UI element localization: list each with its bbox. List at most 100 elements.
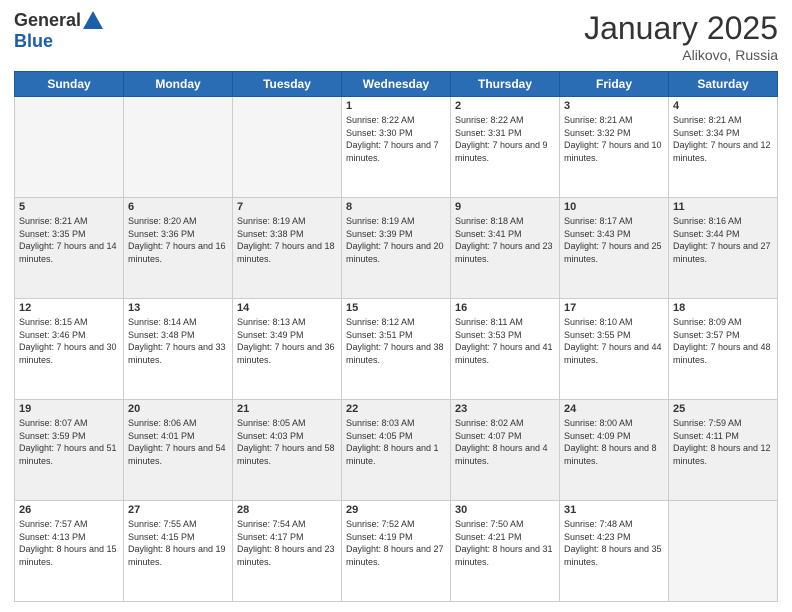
day-number: 23 [455, 403, 555, 415]
day-info: Sunrise: 8:13 AMSunset: 3:49 PMDaylight:… [237, 316, 337, 366]
weekday-header-friday: Friday [560, 72, 669, 97]
day-info: Sunrise: 8:21 AMSunset: 3:32 PMDaylight:… [564, 114, 664, 164]
calendar-day-cell: 6 Sunrise: 8:20 AMSunset: 3:36 PMDaylight… [124, 198, 233, 299]
calendar-day-cell: 19 Sunrise: 8:07 AMSunset: 3:59 PMDayligh… [15, 400, 124, 501]
calendar-day-cell [124, 97, 233, 198]
calendar-day-cell: 30 Sunrise: 7:50 AMSunset: 4:21 PMDayligh… [451, 501, 560, 602]
day-number: 10 [564, 201, 664, 213]
calendar-day-cell: 17 Sunrise: 8:10 AMSunset: 3:55 PMDayligh… [560, 299, 669, 400]
day-number: 19 [19, 403, 119, 415]
day-number: 2 [455, 100, 555, 112]
day-info: Sunrise: 8:06 AMSunset: 4:01 PMDaylight:… [128, 417, 228, 467]
weekday-header-row: SundayMondayTuesdayWednesdayThursdayFrid… [15, 72, 778, 97]
calendar-day-cell: 12 Sunrise: 8:15 AMSunset: 3:46 PMDayligh… [15, 299, 124, 400]
day-info: Sunrise: 8:10 AMSunset: 3:55 PMDaylight:… [564, 316, 664, 366]
weekday-header-tuesday: Tuesday [233, 72, 342, 97]
logo: General Blue [14, 10, 103, 52]
day-info: Sunrise: 7:48 AMSunset: 4:23 PMDaylight:… [564, 518, 664, 568]
month-year: January 2025 [584, 10, 778, 47]
day-info: Sunrise: 8:18 AMSunset: 3:41 PMDaylight:… [455, 215, 555, 265]
calendar-day-cell: 3 Sunrise: 8:21 AMSunset: 3:32 PMDaylight… [560, 97, 669, 198]
day-number: 16 [455, 302, 555, 314]
logo-blue-text: Blue [14, 31, 53, 52]
day-info: Sunrise: 8:05 AMSunset: 4:03 PMDaylight:… [237, 417, 337, 467]
calendar-day-cell: 8Sunrise: 8:19 AMSunset: 3:39 PMDaylight… [342, 198, 451, 299]
weekday-header-monday: Monday [124, 72, 233, 97]
day-info: Sunrise: 8:19 AMSunset: 3:39 PMDaylight:… [346, 215, 446, 265]
day-info: Sunrise: 8:14 AMSunset: 3:48 PMDaylight:… [128, 316, 228, 366]
day-number: 24 [564, 403, 664, 415]
day-info: Sunrise: 8:12 AMSunset: 3:51 PMDaylight:… [346, 316, 446, 366]
logo-general-text: General [14, 10, 81, 31]
calendar-day-cell: 1 Sunrise: 8:22 AMSunset: 3:30 PMDaylight… [342, 97, 451, 198]
day-info: Sunrise: 8:15 AMSunset: 3:46 PMDaylight:… [19, 316, 119, 366]
day-number: 12 [19, 302, 119, 314]
day-number: 30 [455, 504, 555, 516]
calendar-day-cell: 31 Sunrise: 7:48 AMSunset: 4:23 PMDayligh… [560, 501, 669, 602]
location: Alikovo, Russia [584, 47, 778, 63]
calendar-day-cell: 21 Sunrise: 8:05 AMSunset: 4:03 PMDayligh… [233, 400, 342, 501]
calendar-day-cell: 26Sunrise: 7:57 AMSunset: 4:13 PMDayligh… [15, 501, 124, 602]
calendar-week-3: 12 Sunrise: 8:15 AMSunset: 3:46 PMDayligh… [15, 299, 778, 400]
day-info: Sunrise: 7:50 AMSunset: 4:21 PMDaylight:… [455, 518, 555, 568]
day-number: 13 [128, 302, 228, 314]
calendar-day-cell: 10 Sunrise: 8:17 AMSunset: 3:43 PMDayligh… [560, 198, 669, 299]
calendar-day-cell: 27Sunrise: 7:55 AMSunset: 4:15 PMDayligh… [124, 501, 233, 602]
header-title: January 2025 Alikovo, Russia [584, 10, 778, 63]
day-info: Sunrise: 7:55 AMSunset: 4:15 PMDaylight:… [128, 518, 228, 568]
calendar-day-cell: 20Sunrise: 8:06 AMSunset: 4:01 PMDayligh… [124, 400, 233, 501]
day-number: 5 [19, 201, 119, 213]
day-info: Sunrise: 8:09 AMSunset: 3:57 PMDaylight:… [673, 316, 773, 366]
day-info: Sunrise: 8:03 AMSunset: 4:05 PMDaylight:… [346, 417, 446, 467]
day-number: 21 [237, 403, 337, 415]
day-number: 15 [346, 302, 446, 314]
page: General Blue January 2025 Alikovo, Russi… [0, 0, 792, 612]
logo-triangle-icon [83, 11, 103, 29]
calendar-day-cell: 5Sunrise: 8:21 AMSunset: 3:35 PMDaylight… [15, 198, 124, 299]
day-info: Sunrise: 8:07 AMSunset: 3:59 PMDaylight:… [19, 417, 119, 467]
day-number: 11 [673, 201, 773, 213]
day-info: Sunrise: 8:16 AMSunset: 3:44 PMDaylight:… [673, 215, 773, 265]
calendar-day-cell: 24 Sunrise: 8:00 AMSunset: 4:09 PMDayligh… [560, 400, 669, 501]
weekday-header-thursday: Thursday [451, 72, 560, 97]
day-number: 18 [673, 302, 773, 314]
calendar-day-cell: 14 Sunrise: 8:13 AMSunset: 3:49 PMDayligh… [233, 299, 342, 400]
weekday-header-wednesday: Wednesday [342, 72, 451, 97]
weekday-header-saturday: Saturday [669, 72, 778, 97]
calendar-day-cell: 13 Sunrise: 8:14 AMSunset: 3:48 PMDayligh… [124, 299, 233, 400]
calendar-day-cell: 29 Sunrise: 7:52 AMSunset: 4:19 PMDayligh… [342, 501, 451, 602]
day-info: Sunrise: 8:17 AMSunset: 3:43 PMDaylight:… [564, 215, 664, 265]
day-number: 1 [346, 100, 446, 112]
day-info: Sunrise: 8:21 AMSunset: 3:34 PMDaylight:… [673, 114, 773, 164]
day-info: Sunrise: 7:52 AMSunset: 4:19 PMDaylight:… [346, 518, 446, 568]
day-info: Sunrise: 7:57 AMSunset: 4:13 PMDaylight:… [19, 518, 119, 568]
weekday-header-sunday: Sunday [15, 72, 124, 97]
calendar-day-cell: 7Sunrise: 8:19 AMSunset: 3:38 PMDaylight… [233, 198, 342, 299]
day-info: Sunrise: 8:20 AMSunset: 3:36 PMDaylight:… [128, 215, 228, 265]
day-number: 7 [237, 201, 337, 213]
day-info: Sunrise: 8:22 AMSunset: 3:30 PMDaylight:… [346, 114, 446, 164]
day-number: 3 [564, 100, 664, 112]
day-info: Sunrise: 8:00 AMSunset: 4:09 PMDaylight:… [564, 417, 664, 467]
day-number: 25 [673, 403, 773, 415]
day-info: Sunrise: 7:59 AMSunset: 4:11 PMDaylight:… [673, 417, 773, 467]
day-number: 29 [346, 504, 446, 516]
calendar-day-cell: 18 Sunrise: 8:09 AMSunset: 3:57 PMDayligh… [669, 299, 778, 400]
calendar-day-cell: 23 Sunrise: 8:02 AMSunset: 4:07 PMDayligh… [451, 400, 560, 501]
day-info: Sunrise: 8:02 AMSunset: 4:07 PMDaylight:… [455, 417, 555, 467]
calendar-day-cell: 4 Sunrise: 8:21 AMSunset: 3:34 PMDaylight… [669, 97, 778, 198]
calendar-week-2: 5Sunrise: 8:21 AMSunset: 3:35 PMDaylight… [15, 198, 778, 299]
calendar-week-4: 19 Sunrise: 8:07 AMSunset: 3:59 PMDayligh… [15, 400, 778, 501]
calendar-day-cell: 2 Sunrise: 8:22 AMSunset: 3:31 PMDaylight… [451, 97, 560, 198]
calendar-day-cell: 22 Sunrise: 8:03 AMSunset: 4:05 PMDayligh… [342, 400, 451, 501]
calendar-table: SundayMondayTuesdayWednesdayThursdayFrid… [14, 71, 778, 602]
day-number: 4 [673, 100, 773, 112]
day-number: 17 [564, 302, 664, 314]
calendar-day-cell [15, 97, 124, 198]
day-info: Sunrise: 8:22 AMSunset: 3:31 PMDaylight:… [455, 114, 555, 164]
day-number: 22 [346, 403, 446, 415]
day-number: 14 [237, 302, 337, 314]
day-number: 6 [128, 201, 228, 213]
day-number: 31 [564, 504, 664, 516]
day-number: 9 [455, 201, 555, 213]
